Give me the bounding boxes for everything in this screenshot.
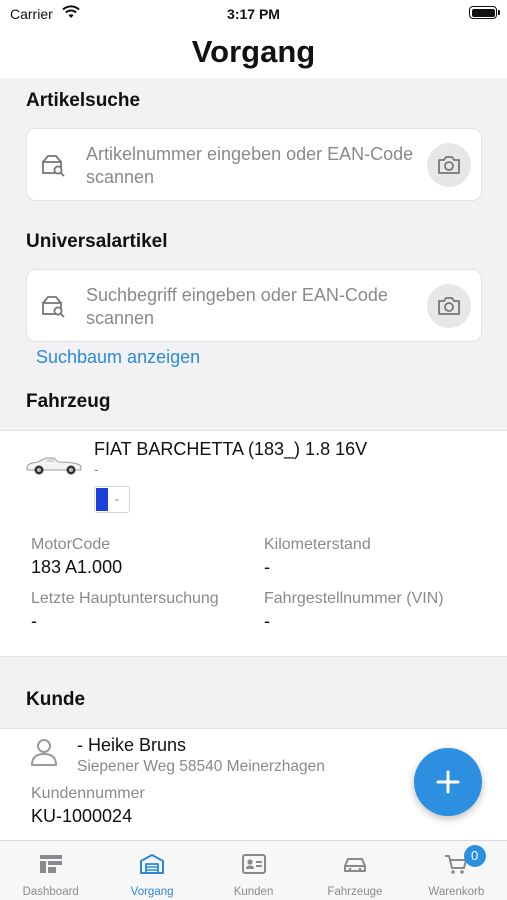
contact-card-icon	[241, 854, 266, 874]
vehicle-subtitle: -	[94, 461, 99, 477]
tab-bar: Dashboard Vorgang Kunden Fahrzeuge 0 War…	[0, 840, 507, 900]
scan-button[interactable]	[427, 143, 471, 187]
camera-icon	[438, 156, 460, 174]
tab-dashboard[interactable]: Dashboard	[0, 841, 101, 900]
universal-search-placeholder: Suchbegriff eingeben oder EAN-Code scann…	[86, 285, 388, 328]
package-search-icon	[42, 296, 65, 318]
vin-value: -	[264, 611, 270, 631]
tab-fahrzeuge[interactable]: Fahrzeuge	[304, 841, 405, 900]
universal-search-field[interactable]: Suchbegriff eingeben oder EAN-Code scann…	[26, 269, 482, 342]
customer-heading: Kunde	[26, 689, 86, 710]
article-search-heading: Artikelsuche	[26, 90, 141, 111]
mileage-label: Kilometerstand	[264, 536, 371, 553]
vehicle-name: FIAT BARCHETTA (183_) 1.8 16V	[94, 439, 368, 459]
vorgang-icon	[140, 854, 165, 874]
tab-label: Fahrzeuge	[327, 886, 383, 898]
battery-icon	[469, 6, 500, 19]
customer-number-label: Kundennummer	[31, 785, 145, 802]
tab-label: Kunden	[233, 886, 274, 898]
navigation-bar: Vorgang	[0, 30, 507, 78]
license-plate-number: -	[115, 492, 119, 506]
universal-article-heading: Universalartikel	[26, 231, 168, 252]
person-icon	[31, 739, 57, 766]
motor-code-value: 183 A1.000	[31, 557, 123, 577]
dashboard-icon	[39, 855, 62, 873]
show-search-tree-link[interactable]: Suchbaum anzeigen	[36, 347, 200, 368]
add-button[interactable]	[414, 748, 482, 816]
camera-icon	[438, 297, 460, 315]
convertible-car-icon	[26, 457, 82, 475]
tab-label: Warenkorb	[428, 886, 485, 898]
eu-band	[96, 488, 108, 511]
tab-warenkorb[interactable]: 0 Warenkorb	[406, 841, 507, 900]
last-inspection-label: Letzte Hauptuntersuchung	[31, 590, 219, 607]
status-bar: Carrier 3:17 PM	[0, 0, 507, 30]
tab-label: Dashboard	[22, 886, 79, 898]
customer-number-value: KU-1000024	[31, 806, 133, 826]
tab-kunden[interactable]: Kunden	[203, 841, 304, 900]
tab-label: Vorgang	[130, 886, 174, 898]
customer-name: - Heike Bruns	[77, 735, 187, 755]
vehicle-heading: Fahrzeug	[26, 391, 111, 412]
vin-label: Fahrgestellnummer (VIN)	[264, 590, 444, 607]
motor-code-label: MotorCode	[31, 536, 111, 553]
page-title: Vorgang	[191, 34, 316, 69]
customer-address: Siepener Weg 58540 Meinerzhagen	[77, 758, 325, 775]
vehicle-card[interactable]: FIAT BARCHETTA (183_) 1.8 16V - - MotorC…	[0, 430, 507, 657]
clock: 3:17 PM	[227, 6, 280, 22]
last-inspection-value: -	[31, 611, 37, 631]
mileage-value: -	[264, 557, 270, 577]
article-search-placeholder: Artikelnummer eingeben oder EAN-Code sca…	[86, 144, 414, 187]
scan-button[interactable]	[427, 284, 471, 328]
plus-icon	[436, 770, 460, 794]
car-icon	[343, 858, 366, 872]
tab-vorgang[interactable]: Vorgang	[101, 841, 202, 900]
cart-count-badge: 0	[463, 845, 486, 867]
package-search-icon	[42, 155, 65, 177]
license-plate: -	[94, 486, 130, 513]
article-search-field[interactable]: Artikelnummer eingeben oder EAN-Code sca…	[26, 128, 482, 201]
